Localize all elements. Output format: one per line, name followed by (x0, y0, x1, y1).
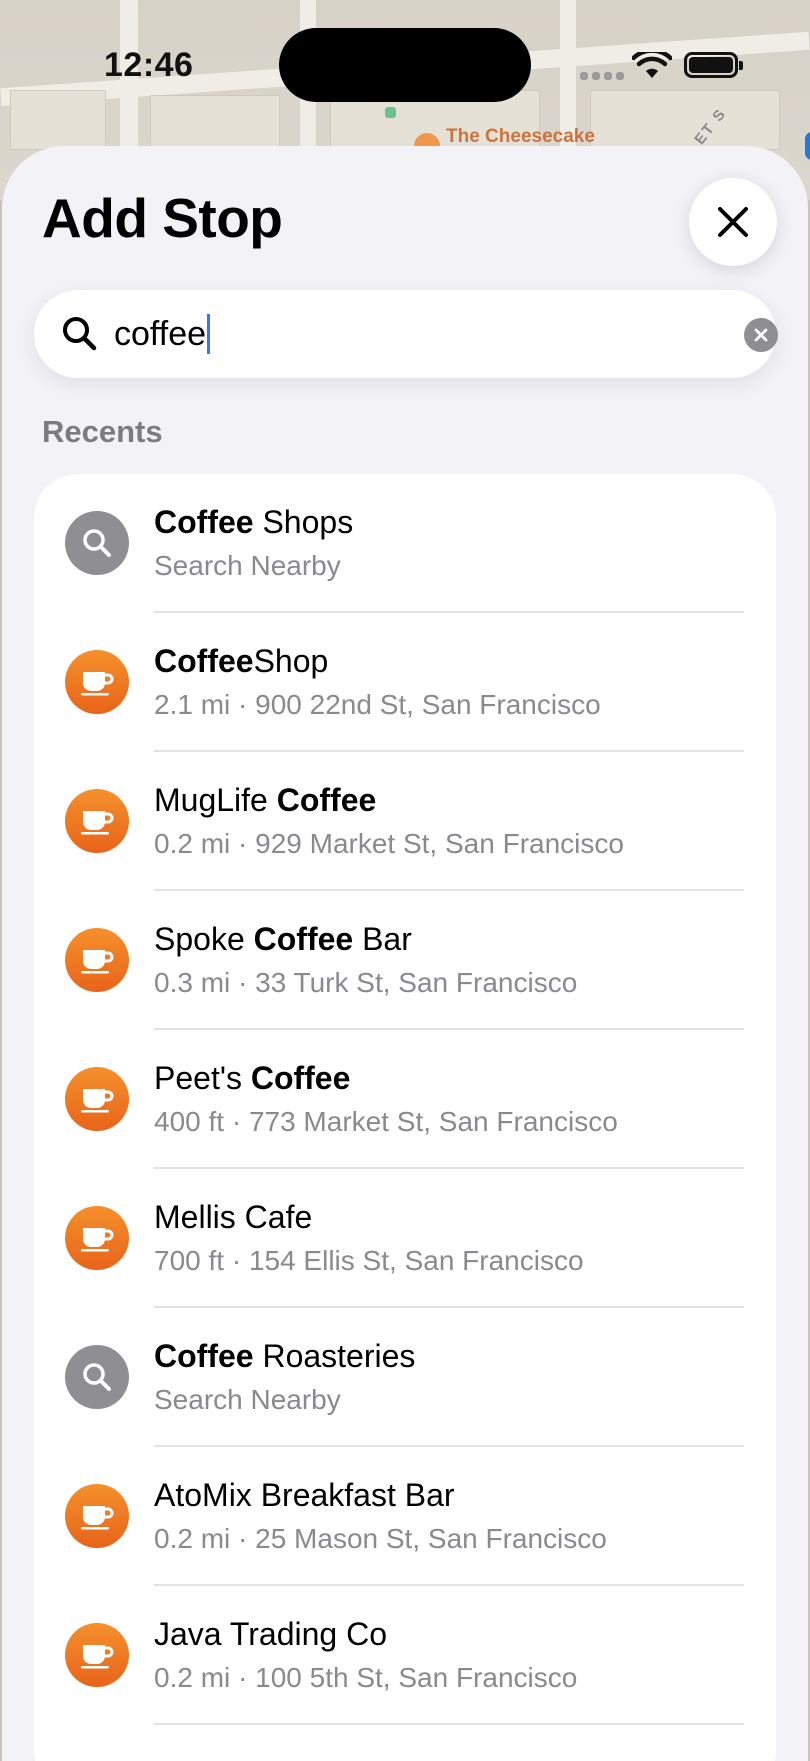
section-label-recents: Recents (42, 414, 163, 449)
search-nearby-avatar (65, 1345, 129, 1409)
result-subtitle: 2.1 mi · 900 22nd St, San Francisco (154, 689, 601, 720)
result-subtitle: Search Nearby (154, 1384, 341, 1415)
cafe-avatar (65, 1067, 129, 1131)
result-subtitle: 0.2 mi · 25 Mason St, San Francisco (154, 1523, 607, 1554)
list-item[interactable]: CoffeeShop 2.1 mi · 900 22nd St, San Fra… (34, 613, 776, 752)
list-item[interactable]: Java Trading Co 0.2 mi · 100 5th St, San… (34, 1586, 776, 1725)
cellular-signal-icon (580, 72, 624, 80)
status-bar: 12:46 (0, 0, 810, 130)
clear-icon (754, 328, 768, 342)
result-name: Peet's Coffee (154, 1060, 351, 1096)
wifi-icon (632, 52, 672, 78)
result-subtitle: Search Nearby (154, 550, 341, 581)
result-subtitle: 0.2 mi · 929 Market St, San Francisco (154, 828, 624, 859)
result-name: MugLife Coffee (154, 782, 377, 818)
search-query-text: coffee (114, 314, 207, 353)
result-name: Coffee Shops (154, 504, 354, 540)
result-subtitle: 0.3 mi · 33 Turk St, San Francisco (154, 967, 578, 998)
coffee-cup-icon (81, 672, 114, 696)
cafe-avatar (65, 1623, 129, 1687)
result-name: AtoMix Breakfast Bar (154, 1477, 455, 1513)
search-input[interactable]: coffee (114, 314, 211, 354)
list-item[interactable]: Coffee Roasteries Search Nearby (34, 1308, 776, 1447)
close-button[interactable] (689, 178, 777, 266)
results-list: Coffee Shops Search Nearby CoffeeShop 2.… (34, 474, 776, 1761)
result-subtitle: 400 ft · 773 Market St, San Francisco (154, 1106, 618, 1137)
list-item[interactable]: Peet's Coffee 400 ft · 773 Market St, Sa… (34, 1030, 776, 1169)
cafe-avatar (65, 1206, 129, 1270)
coffee-cup-icon (81, 950, 114, 974)
clear-search-button[interactable] (744, 318, 778, 352)
text-caret (207, 314, 211, 354)
list-item[interactable]: MugLife Coffee 0.2 mi · 929 Market St, S… (34, 752, 776, 891)
cafe-avatar (65, 650, 129, 714)
search-field[interactable]: coffee (34, 290, 778, 378)
result-subtitle: 0.2 mi · 100 5th St, San Francisco (154, 1662, 578, 1693)
list-item[interactable]: Mellis Cafe 700 ft · 154 Ellis St, San F… (34, 1169, 776, 1308)
list-item[interactable]: Coffee Shops Search Nearby (34, 474, 776, 613)
result-subtitle: 700 ft · 154 Ellis St, San Francisco (154, 1245, 584, 1276)
cafe-avatar (65, 928, 129, 992)
search-icon (63, 317, 97, 351)
result-name: Coffee Roasteries (154, 1338, 416, 1374)
result-name: Java Trading Co (154, 1616, 388, 1652)
coffee-cup-icon (81, 1506, 114, 1530)
result-name: Mellis Cafe (154, 1199, 313, 1235)
coffee-cup-icon (81, 1228, 114, 1252)
coffee-cup-icon (81, 1645, 114, 1669)
row-divider (154, 1723, 744, 1725)
add-stop-sheet: Add Stop coffee Recents Coffee Shops Sea… (2, 146, 808, 1761)
result-name: CoffeeShop (154, 643, 329, 679)
search-icon (83, 1363, 111, 1391)
list-item[interactable]: Spoke Coffee Bar 0.3 mi · 33 Turk St, Sa… (34, 891, 776, 1030)
search-icon (83, 529, 111, 557)
current-location-icon (805, 132, 810, 160)
coffee-cup-icon (81, 811, 114, 835)
list-item[interactable]: AtoMix Breakfast Bar 0.2 mi · 25 Mason S… (34, 1447, 776, 1586)
coffee-cup-icon (81, 1089, 114, 1113)
cafe-avatar (65, 1484, 129, 1548)
result-name: Spoke Coffee Bar (154, 921, 412, 957)
sheet-title: Add Stop (42, 187, 283, 249)
dynamic-island (279, 28, 531, 102)
battery-icon (684, 52, 743, 78)
close-icon (718, 207, 748, 237)
search-nearby-avatar (65, 511, 129, 575)
status-time: 12:46 (104, 46, 194, 84)
cafe-avatar (65, 789, 129, 853)
